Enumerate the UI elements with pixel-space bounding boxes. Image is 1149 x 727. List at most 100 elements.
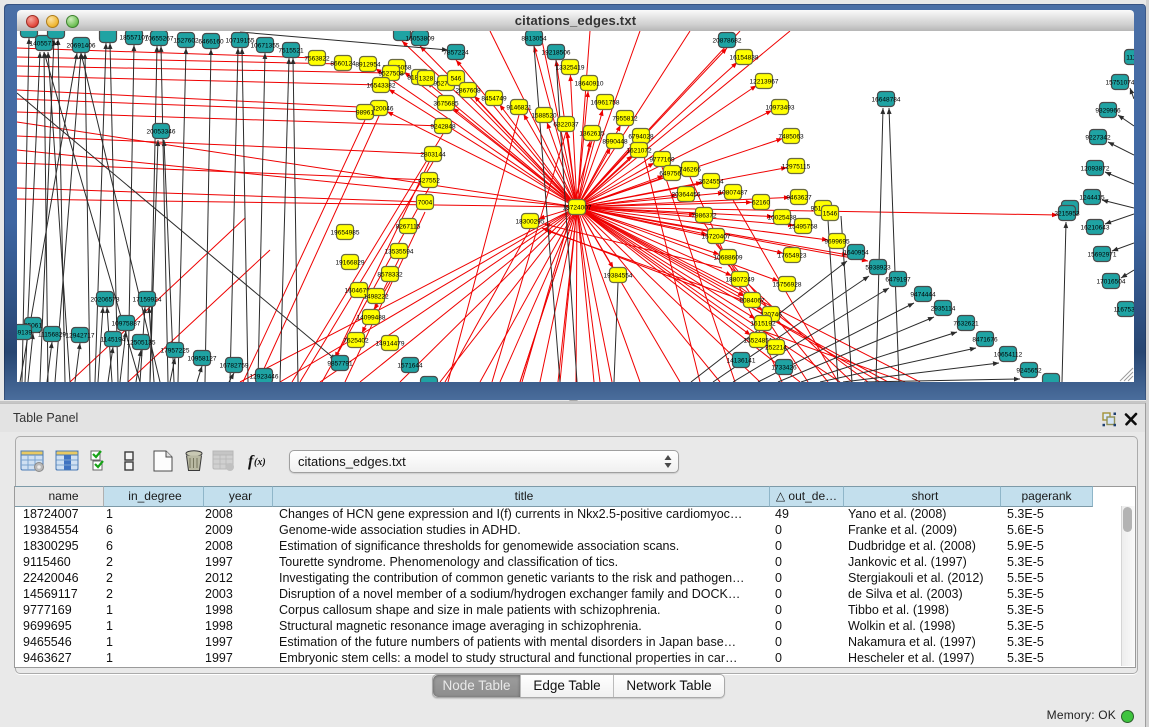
svg-text:20691406: 20691406 — [67, 43, 96, 50]
svg-text:12923446: 12923446 — [250, 374, 279, 381]
svg-text:19218506: 19218506 — [542, 50, 571, 57]
svg-text:3215953: 3215953 — [1054, 211, 1080, 218]
svg-text:19654985: 19654985 — [331, 230, 360, 237]
svg-text:1615192: 1615192 — [750, 321, 776, 328]
svg-text:1244415: 1244415 — [1079, 195, 1105, 202]
svg-text:1328: 1328 — [419, 76, 434, 83]
svg-text:9084067: 9084067 — [739, 298, 765, 305]
svg-text:12975115: 12975115 — [782, 164, 811, 171]
svg-text:17016504: 17016504 — [1097, 279, 1126, 286]
svg-text:14136141: 14136141 — [727, 358, 756, 365]
svg-text:3624554: 3624554 — [698, 179, 724, 186]
svg-text:98961: 98961 — [356, 110, 374, 117]
svg-text:18640910: 18640910 — [575, 81, 604, 88]
svg-text:10671355: 10671355 — [251, 43, 280, 50]
svg-text:18807249: 18807249 — [726, 277, 755, 284]
svg-text:2935114: 2935114 — [931, 306, 956, 313]
svg-text:20206578: 20206578 — [91, 297, 120, 304]
svg-text:16543382: 16543382 — [367, 83, 396, 90]
svg-text:14055714: 14055714 — [30, 41, 59, 48]
svg-text:7857224: 7857224 — [443, 50, 469, 57]
svg-text:7632621: 7632621 — [953, 321, 979, 328]
svg-text:13535594: 13535594 — [385, 249, 414, 256]
svg-text:16782759: 16782759 — [220, 363, 249, 370]
svg-text:10973493: 10973493 — [766, 105, 795, 112]
svg-text:1145194: 1145194 — [101, 337, 126, 344]
svg-text:12505135: 12505135 — [127, 340, 156, 347]
svg-text:9146821: 9146821 — [506, 105, 532, 112]
svg-text:10807487: 10807487 — [719, 190, 748, 197]
svg-text:12093872: 12093872 — [1081, 166, 1110, 173]
svg-text:16648784: 16648784 — [872, 97, 901, 104]
svg-text:9227342: 9227342 — [1085, 135, 1111, 142]
svg-text:1167534: 1167534 — [1114, 307, 1134, 314]
svg-text:6322037: 6322037 — [553, 122, 579, 129]
svg-text:7515521: 7515521 — [278, 48, 304, 55]
svg-text:9527508: 9527508 — [378, 71, 404, 78]
svg-text:20053346: 20053346 — [147, 129, 176, 136]
svg-text:15495758: 15495758 — [789, 224, 818, 231]
svg-text:16210643: 16210643 — [1081, 225, 1110, 232]
svg-text:10025438: 10025438 — [768, 215, 797, 222]
svg-text:10654112: 10654112 — [994, 352, 1023, 359]
svg-text:9857791: 9857791 — [327, 361, 353, 368]
svg-text:6794028: 6794028 — [628, 134, 654, 141]
svg-text:9474444: 9474444 — [910, 292, 936, 299]
svg-text:16154838: 16154838 — [730, 55, 759, 62]
svg-text:5938923: 5938923 — [865, 265, 891, 272]
svg-text:17957225: 17957225 — [161, 348, 190, 355]
svg-text:7955812: 7955812 — [612, 116, 638, 123]
svg-text:2867608: 2867608 — [455, 88, 481, 95]
svg-text:1571644: 1571644 — [397, 363, 423, 370]
svg-text:1112: 1112 — [1126, 55, 1134, 62]
svg-text:8578332: 8578332 — [377, 272, 403, 279]
svg-text:14099488: 14099488 — [357, 315, 386, 322]
svg-text:8471676: 8471676 — [972, 337, 998, 344]
svg-text:6479197: 6479197 — [885, 277, 911, 284]
svg-text:19384554: 19384554 — [604, 273, 633, 280]
svg-text:1546: 1546 — [823, 211, 838, 218]
svg-text:1733426: 1733426 — [771, 365, 797, 372]
svg-text:19166829: 19166829 — [336, 260, 365, 267]
svg-text:16961758: 16961758 — [591, 100, 620, 107]
svg-text:2803144: 2803144 — [420, 152, 446, 159]
svg-text:1588520: 1588520 — [531, 113, 557, 120]
svg-text:15756928: 15756928 — [773, 282, 802, 289]
svg-text:8454749: 8454749 — [481, 96, 507, 103]
svg-text:17159924: 17159924 — [133, 297, 162, 304]
svg-text:1498222: 1498222 — [363, 294, 389, 301]
svg-text:9242848: 9242848 — [430, 124, 456, 131]
svg-text:18300295: 18300295 — [516, 219, 545, 226]
svg-text:7563822: 7563822 — [304, 56, 330, 63]
svg-text:1640954: 1640954 — [843, 250, 869, 257]
svg-text:10958127: 10958127 — [188, 356, 217, 363]
svg-text:17654923: 17654923 — [778, 253, 807, 260]
svg-text:10688609: 10688609 — [714, 255, 743, 262]
svg-text:10975887: 10975887 — [112, 321, 141, 328]
svg-text:8912954: 8912954 — [355, 62, 381, 69]
svg-text:12213967: 12213967 — [750, 79, 779, 86]
svg-text:3675685: 3675685 — [433, 101, 459, 108]
svg-text:427552: 427552 — [418, 178, 440, 185]
svg-text:39139: 39139 — [17, 330, 32, 337]
svg-text:9699695: 9699695 — [824, 239, 850, 246]
svg-text:11156829: 11156829 — [38, 332, 66, 339]
svg-text:7004: 7004 — [418, 200, 433, 207]
svg-text:8990448: 8990448 — [602, 139, 628, 146]
svg-text:1362615: 1362615 — [579, 131, 605, 138]
svg-text:12942717: 12942717 — [66, 333, 95, 340]
svg-text:(x): (x) — [254, 457, 266, 468]
svg-text:252214: 252214 — [765, 345, 787, 352]
svg-text:9245652: 9245652 — [1016, 368, 1042, 375]
svg-text:13325419: 13325419 — [556, 65, 585, 72]
svg-text:8267115: 8267115 — [396, 224, 421, 231]
svg-text:10655267: 10655267 — [145, 36, 174, 43]
svg-text:1527602: 1527602 — [173, 38, 199, 45]
svg-text:18724007: 18724007 — [563, 205, 592, 212]
svg-text:62160: 62160 — [752, 200, 770, 207]
svg-text:8660124: 8660124 — [330, 61, 356, 68]
svg-text:20878682: 20878682 — [713, 38, 742, 45]
svg-text:20364456: 20364456 — [672, 192, 701, 199]
svg-text:746266: 746266 — [679, 167, 701, 174]
svg-text:14914479: 14914479 — [376, 341, 405, 348]
